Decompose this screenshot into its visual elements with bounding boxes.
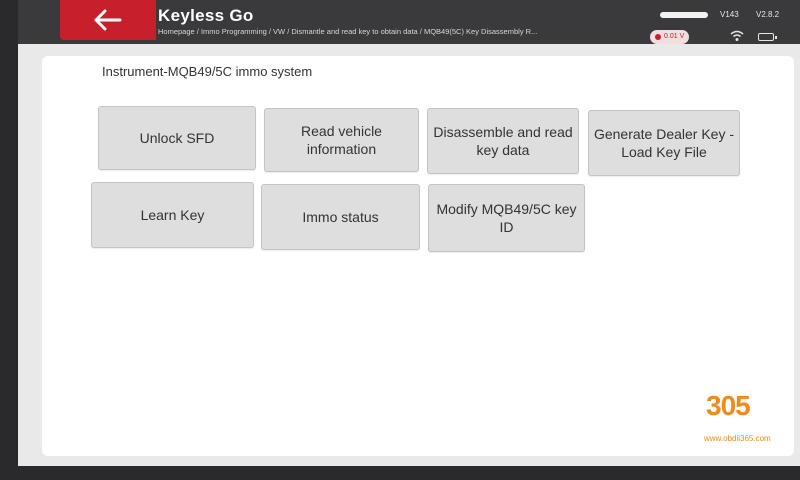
watermark-url: www.obdii365.com (704, 434, 771, 443)
status-bar: V143 V2.8.2 0.01 V (640, 0, 800, 44)
modify-key-id-button[interactable]: Modify MQB49/5C key ID (428, 184, 585, 252)
back-button[interactable] (60, 0, 156, 40)
voltage-value: 0.01 V (664, 33, 685, 40)
section-title: Instrument-MQB49/5C immo system (102, 64, 313, 79)
read-vehicle-info-button[interactable]: Read vehicle information (264, 108, 419, 172)
app-header: Keyless Go Homepage / Immo Programming /… (18, 0, 800, 44)
breadcrumb: Homepage / Immo Programming / VW / Disma… (158, 27, 538, 36)
learn-key-button[interactable]: Learn Key (91, 182, 254, 248)
voltage-dot-icon (655, 34, 661, 40)
app-version: V2.8.2 (756, 10, 780, 19)
page-title: Keyless Go (158, 6, 254, 25)
watermark-logo: 305 www.obdii365.com (704, 378, 796, 448)
generate-dealer-key-button[interactable]: Generate Dealer Key - Load Key File (588, 110, 740, 176)
battery-icon (758, 33, 777, 41)
back-arrow-icon (94, 9, 122, 31)
immo-status-button[interactable]: Immo status (261, 184, 420, 250)
wifi-icon (730, 30, 744, 41)
signal-indicator (660, 12, 708, 18)
voltage-badge: 0.01 V (650, 30, 690, 44)
vin-version: V143 (720, 10, 739, 19)
unlock-sfd-button[interactable]: Unlock SFD (98, 106, 256, 170)
device-screen: Keyless Go Homepage / Immo Programming /… (18, 0, 800, 466)
disassemble-read-key-button[interactable]: Disassemble and read key data (427, 108, 579, 174)
watermark-digits: 305 (706, 390, 751, 421)
